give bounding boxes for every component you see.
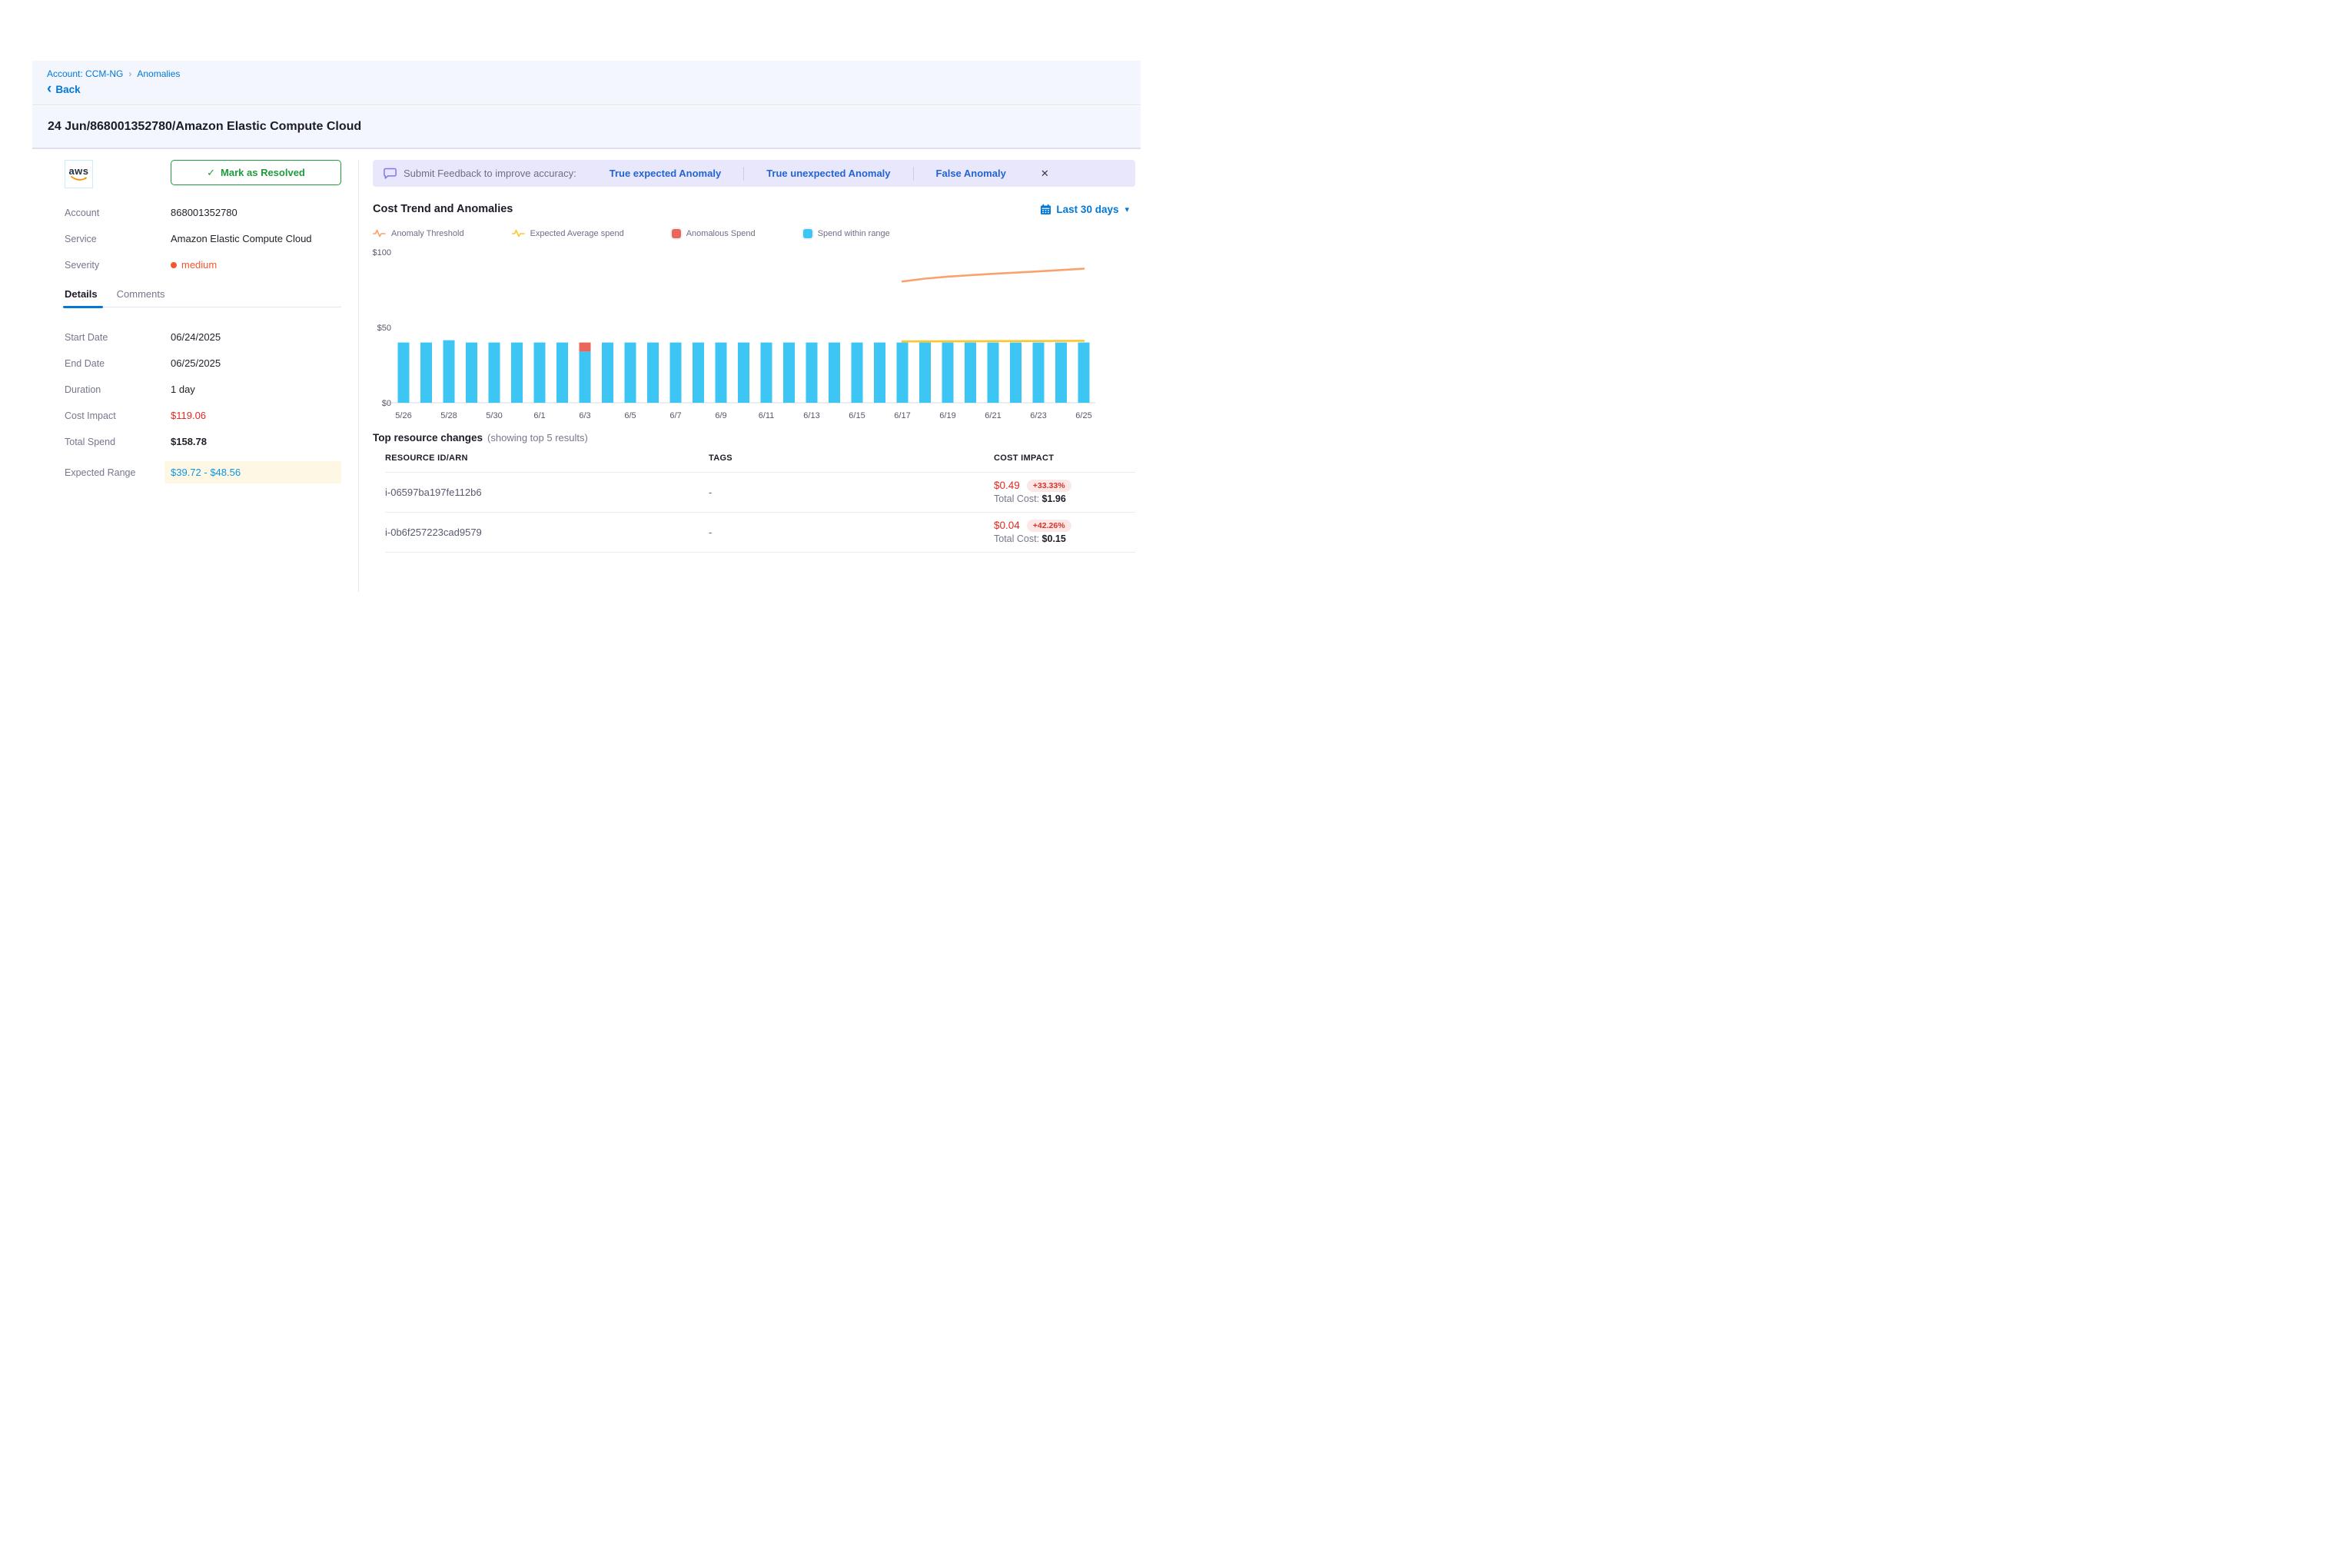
- feedback-bar: Submit Feedback to improve accuracy: Tru…: [373, 160, 1135, 187]
- column-resource-id: RESOURCE ID/ARN: [385, 453, 709, 463]
- content: aws ✓ Mark as Resolved Account 868001352…: [0, 149, 1176, 784]
- panel-divider: [358, 160, 359, 592]
- svg-text:6/7: 6/7: [669, 411, 681, 420]
- resources-table-header: RESOURCE ID/ARN TAGS COST IMPACT: [385, 453, 1135, 473]
- start-date-row: Start Date 06/24/2025: [65, 331, 343, 344]
- table-row[interactable]: i-0b6f257223cad9579 - $0.04 +42.26% Tota…: [385, 513, 1135, 553]
- svg-text:$100: $100: [373, 248, 391, 257]
- resources-table: RESOURCE ID/ARN TAGS COST IMPACT i-06597…: [385, 453, 1135, 553]
- svg-text:6/23: 6/23: [1030, 411, 1046, 420]
- svg-text:$0: $0: [382, 399, 391, 408]
- resources-subtitle: (showing top 5 results): [487, 432, 588, 443]
- expected-range-value: $39.72 - $48.56: [164, 461, 341, 483]
- svg-text:6/3: 6/3: [579, 411, 590, 420]
- legend-anomaly-threshold: Anomaly Threshold: [373, 228, 464, 238]
- impact-amount: $0.04: [994, 520, 1020, 531]
- svg-text:6/15: 6/15: [849, 411, 865, 420]
- service-field: Service Amazon Elastic Compute Cloud: [65, 233, 343, 244]
- resource-tags: -: [709, 487, 994, 498]
- mark-as-resolved-button[interactable]: ✓ Mark as Resolved: [171, 160, 341, 185]
- breadcrumb-account-link[interactable]: Account: CCM-NG: [47, 68, 123, 79]
- red-square-icon: [672, 229, 681, 238]
- chevron-left-icon: ‹: [47, 84, 51, 95]
- top-resource-changes: Top resource changes (showing top 5 resu…: [373, 432, 1135, 553]
- svg-text:5/26: 5/26: [395, 411, 411, 420]
- feedback-true-unexpected-button[interactable]: True unexpected Anomaly: [744, 168, 912, 179]
- pulse-line-icon: [512, 228, 525, 238]
- cost-trend-chart[interactable]: $0 $50 $100 5/26 5/28 5/30 6/1 6/3 6/5 6/7 6/9 6/11…: [373, 243, 1105, 426]
- tabs-underline: [65, 307, 343, 309]
- impact-amount: $0.49: [994, 480, 1020, 491]
- feedback-true-expected-button[interactable]: True expected Anomaly: [587, 168, 743, 179]
- feedback-false-anomaly-button[interactable]: False Anomaly: [914, 168, 1028, 179]
- total-spend-row: Total Spend $158.78: [65, 435, 343, 448]
- feedback-options: True expected Anomaly True unexpected An…: [587, 167, 1028, 181]
- severity-field: Severity medium: [65, 259, 343, 271]
- column-tags: TAGS: [709, 453, 994, 463]
- blue-square-icon: [803, 229, 812, 238]
- close-icon[interactable]: ✕: [1041, 168, 1049, 180]
- svg-text:5/28: 5/28: [440, 411, 457, 420]
- check-icon: ✓: [207, 167, 215, 179]
- detail-tabs: Details Comments: [65, 288, 343, 307]
- chart-legend: Anomaly Threshold Expected Average spend…: [373, 228, 1135, 238]
- title-band: 24 Jun/868001352780/Amazon Elastic Compu…: [32, 106, 1141, 149]
- account-field: Account 868001352780: [65, 207, 343, 218]
- breadcrumb: Account: CCM-NG › Anomalies: [47, 68, 1141, 79]
- resource-id[interactable]: i-0b6f257223cad9579: [385, 527, 709, 538]
- duration-row: Duration 1 day: [65, 383, 343, 396]
- breadcrumb-anomalies-link[interactable]: Anomalies: [137, 68, 180, 79]
- svg-text:6/17: 6/17: [894, 411, 910, 420]
- pulse-line-icon: [373, 228, 386, 238]
- severity-dot-icon: [171, 262, 177, 268]
- chevron-down-icon: ▾: [1125, 204, 1129, 214]
- svg-text:6/5: 6/5: [624, 411, 636, 420]
- table-row[interactable]: i-06597ba197fe112b6 - $0.49 +33.33% Tota…: [385, 473, 1135, 513]
- page-title: 24 Jun/868001352780/Amazon Elastic Compu…: [48, 120, 361, 134]
- svg-text:6/9: 6/9: [715, 411, 726, 420]
- legend-spend-within-range: Spend within range: [803, 229, 890, 238]
- svg-text:6/19: 6/19: [939, 411, 955, 420]
- tab-comments[interactable]: Comments: [117, 288, 165, 307]
- svg-text:$50: $50: [377, 324, 391, 333]
- legend-anomalous-spend: Anomalous Spend: [672, 229, 756, 238]
- severity-badge: medium: [181, 259, 217, 271]
- end-date-row: End Date 06/25/2025: [65, 357, 343, 370]
- tab-details[interactable]: Details: [65, 288, 98, 307]
- svg-text:5/30: 5/30: [486, 411, 502, 420]
- svg-text:6/21: 6/21: [985, 411, 1001, 420]
- anomaly-detail-page: Account: CCM-NG › Anomalies ‹ Back 24 Ju…: [0, 0, 1176, 784]
- header-breadcrumb-band: Account: CCM-NG › Anomalies ‹ Back: [32, 61, 1141, 105]
- feedback-prompt: Submit Feedback to improve accuracy:: [404, 168, 576, 179]
- calendar-icon: [1040, 204, 1051, 215]
- resource-tags: -: [709, 527, 994, 538]
- svg-text:6/1: 6/1: [533, 411, 545, 420]
- speech-bubble-icon: [384, 168, 397, 180]
- svg-text:6/11: 6/11: [759, 411, 775, 420]
- aws-provider-icon: aws: [65, 160, 93, 188]
- expected-range-row: Expected Range $39.72 - $48.56: [65, 461, 343, 483]
- svg-text:6/13: 6/13: [803, 411, 819, 420]
- resource-id[interactable]: i-06597ba197fe112b6: [385, 487, 709, 498]
- impact-percent-badge: +42.26%: [1027, 520, 1071, 532]
- chart-title: Cost Trend and Anomalies: [373, 203, 513, 215]
- date-range-picker[interactable]: Last 30 days ▾: [1040, 204, 1129, 215]
- breadcrumb-separator-icon: ›: [128, 68, 131, 79]
- cost-impact-row: Cost Impact $119.06: [65, 409, 343, 422]
- resources-title: Top resource changes: [373, 432, 483, 443]
- anomaly-chart-panel: Submit Feedback to improve accuracy: Tru…: [373, 160, 1135, 553]
- back-button[interactable]: ‹ Back: [47, 84, 1141, 95]
- total-cost: Total Cost: $1.96: [994, 493, 1066, 504]
- column-cost-impact: COST IMPACT: [994, 453, 1135, 463]
- impact-percent-badge: +33.33%: [1027, 480, 1071, 492]
- svg-text:6/25: 6/25: [1075, 411, 1091, 420]
- legend-expected-average-spend: Expected Average spend: [512, 228, 624, 238]
- anomaly-summary-panel: aws ✓ Mark as Resolved Account 868001352…: [65, 160, 343, 483]
- total-cost: Total Cost: $0.15: [994, 533, 1066, 544]
- aws-smile-icon: [71, 176, 88, 181]
